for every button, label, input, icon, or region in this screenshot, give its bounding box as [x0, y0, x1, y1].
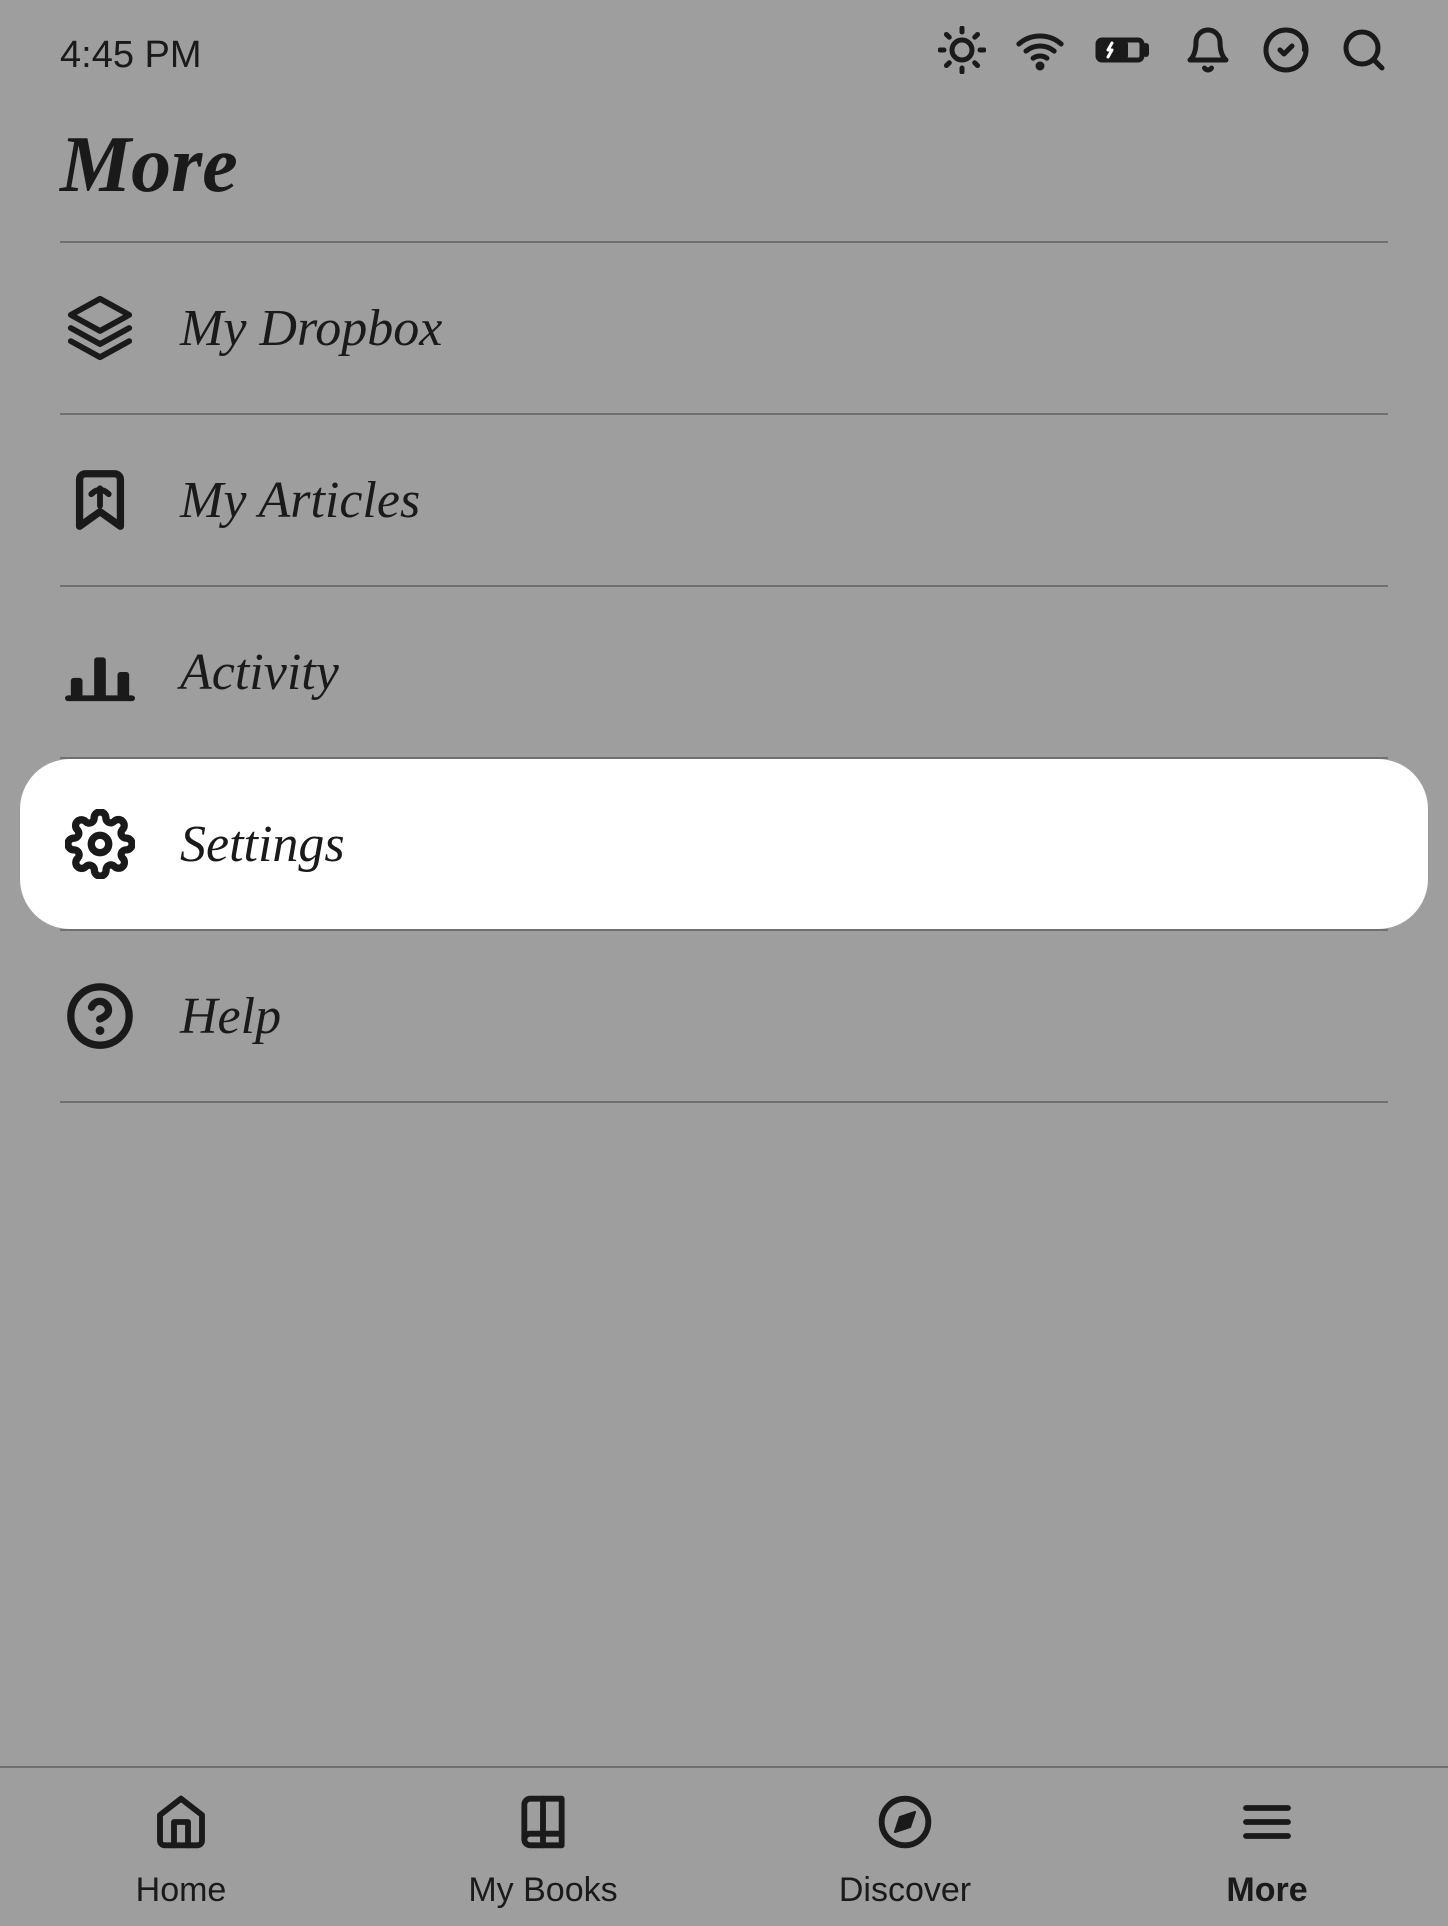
help-label: Help [180, 987, 281, 1046]
home-label: Home [136, 1871, 227, 1910]
discover-icon [877, 1794, 933, 1863]
notification-icon [1184, 26, 1232, 85]
bottom-nav: Home My Books Discover [0, 1766, 1448, 1926]
dropbox-label: My Dropbox [180, 299, 442, 358]
nav-item-more[interactable]: More [1086, 1784, 1448, 1910]
books-icon [515, 1794, 571, 1863]
status-bar: 4:45 PM [0, 0, 1448, 100]
dropbox-icon [60, 288, 140, 368]
more-label: More [1226, 1871, 1307, 1910]
divider-5 [60, 1101, 1388, 1103]
menu-item-dropbox[interactable]: My Dropbox [0, 243, 1448, 413]
menu-item-settings[interactable]: Settings [20, 759, 1428, 929]
battery-icon [1094, 26, 1154, 85]
status-icons [938, 26, 1388, 85]
more-icon [1239, 1794, 1295, 1863]
articles-label: My Articles [180, 471, 420, 530]
help-icon [60, 976, 140, 1056]
nav-item-home[interactable]: Home [0, 1784, 362, 1910]
sync-icon [1262, 26, 1310, 85]
activity-icon [60, 632, 140, 712]
brightness-icon [938, 26, 986, 85]
settings-label: Settings [180, 815, 345, 874]
settings-icon [60, 804, 140, 884]
menu-list: My Dropbox My Articles Activity [0, 243, 1448, 1103]
search-icon[interactable] [1340, 26, 1388, 85]
page-title: More [0, 100, 1448, 241]
mybooks-label: My Books [468, 1871, 617, 1910]
activity-label: Activity [180, 643, 339, 702]
wifi-icon [1016, 26, 1064, 85]
articles-icon [60, 460, 140, 540]
nav-item-discover[interactable]: Discover [724, 1784, 1086, 1910]
discover-label: Discover [839, 1871, 971, 1910]
menu-item-articles[interactable]: My Articles [0, 415, 1448, 585]
home-icon [153, 1794, 209, 1863]
nav-item-mybooks[interactable]: My Books [362, 1784, 724, 1910]
menu-item-activity[interactable]: Activity [0, 587, 1448, 757]
menu-item-help[interactable]: Help [0, 931, 1448, 1101]
time-display: 4:45 PM [60, 34, 202, 77]
